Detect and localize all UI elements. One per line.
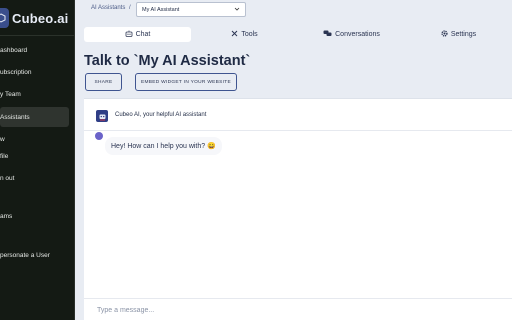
tab-conversations[interactable]: Conversations xyxy=(298,27,405,42)
sidebar-item-profile[interactable]: file xyxy=(0,146,74,166)
sidebar: Cubeo.ai ashboard ubscription y Team Ass… xyxy=(0,0,75,320)
top-bar: AI Assistants / My AI Assistant xyxy=(76,0,512,24)
robot-icon xyxy=(125,30,133,39)
tab-bar: Chat Tools Conversations Settings xyxy=(84,27,512,42)
tab-label: Tools xyxy=(241,31,258,38)
sidebar-item-label: Assistants xyxy=(0,113,30,121)
sidebar-item-label: file xyxy=(0,152,9,160)
chat-header: Cubeo AI, your helpful AI assistant xyxy=(84,99,512,131)
sidebar-divider xyxy=(0,35,74,36)
chat-panel: Cubeo AI, your helpful AI assistant Hey!… xyxy=(84,98,512,320)
sidebar-item-subscription[interactable]: ubscription xyxy=(0,62,74,82)
page-title: Talk to `My AI Assistant` xyxy=(84,53,251,69)
tab-tools[interactable]: Tools xyxy=(191,27,298,42)
sidebar-item-label: personate a User xyxy=(0,251,50,259)
tab-chat[interactable]: Chat xyxy=(84,27,191,42)
assistant-message-bubble: Hey! How can I help you with? 😄 xyxy=(105,137,222,155)
tools-icon xyxy=(231,30,238,39)
assistant-avatar xyxy=(96,110,108,122)
sidebar-item-label: ams xyxy=(0,212,13,220)
brand-name: Cubeo.ai xyxy=(12,10,69,26)
share-button[interactable]: Share xyxy=(85,73,122,91)
sidebar-item-sign-out[interactable]: n out xyxy=(0,168,74,188)
message-avatar xyxy=(95,132,103,140)
tab-label: Chat xyxy=(135,31,151,38)
chat-input-bar xyxy=(84,298,512,320)
sidebar-item-impersonate-user[interactable]: personate a User xyxy=(0,245,74,265)
tab-settings[interactable]: Settings xyxy=(405,27,512,42)
sidebar-item-label: y Team xyxy=(0,90,21,98)
gear-icon xyxy=(441,30,448,39)
sidebar-item-dashboard[interactable]: ashboard xyxy=(0,40,74,60)
tab-label: Settings xyxy=(450,31,477,38)
tab-label: Conversations xyxy=(335,31,380,38)
sidebar-item-ai-assistants[interactable]: Assistants xyxy=(0,107,69,127)
sidebar-item-team[interactable]: y Team xyxy=(0,84,74,104)
embed-widget-button[interactable]: Embed widget in your website xyxy=(135,73,237,91)
message-input[interactable] xyxy=(97,304,497,316)
sidebar-item-label: w xyxy=(0,135,5,143)
sidebar-item-teams[interactable]: ams xyxy=(0,206,74,226)
sidebar-item-label: ubscription xyxy=(0,68,32,76)
sidebar-item-label: ashboard xyxy=(0,46,28,54)
breadcrumb[interactable]: AI Assistants xyxy=(91,5,125,11)
comments-icon xyxy=(323,30,332,39)
breadcrumb-separator: / xyxy=(129,5,131,11)
chevron-down-icon xyxy=(234,6,240,14)
message-text: Hey! How can I help you with? 😄 xyxy=(111,143,216,150)
assistant-select-value: My AI Assistant xyxy=(142,6,180,13)
assistant-select[interactable]: My AI Assistant xyxy=(136,2,246,17)
cube-logo-icon xyxy=(0,8,9,28)
sidebar-item-label: n out xyxy=(0,174,15,182)
assistant-name: Cubeo AI, your helpful AI assistant xyxy=(115,112,207,118)
brand-logo[interactable]: Cubeo.ai xyxy=(0,6,69,30)
